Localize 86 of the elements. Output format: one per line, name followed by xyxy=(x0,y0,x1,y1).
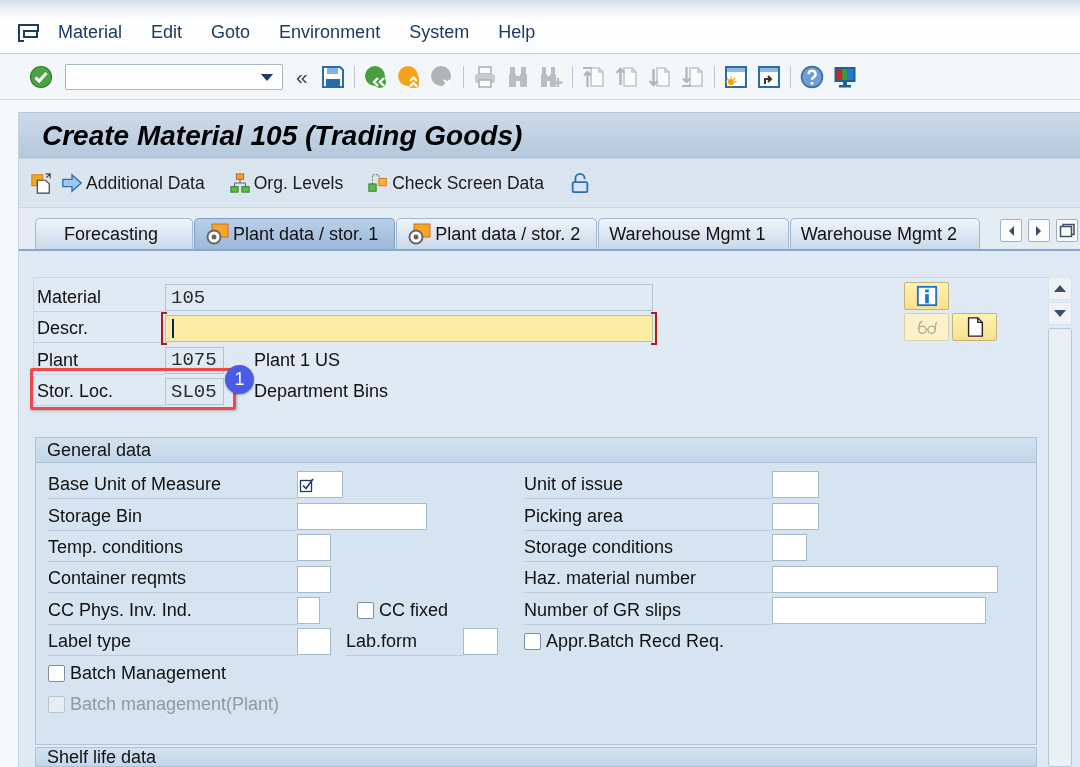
menu-item[interactable]: Edit xyxy=(151,22,183,43)
shortcut-window-icon[interactable] xyxy=(756,64,781,89)
new-window-icon[interactable] xyxy=(723,64,748,89)
checkbox[interactable] xyxy=(357,601,374,619)
tab[interactable]: Warehouse Mgmt 1 xyxy=(598,218,789,249)
menu-icon[interactable] xyxy=(17,22,41,43)
input-field[interactable] xyxy=(297,628,331,656)
field-description: Department Bins xyxy=(254,381,389,403)
caret-icon[interactable] xyxy=(260,71,274,82)
triangle-right-icon xyxy=(1035,224,1043,237)
circle-chevrons-left-icon[interactable] xyxy=(363,64,388,89)
pages-icon[interactable] xyxy=(30,172,52,194)
input-field[interactable] xyxy=(297,596,320,624)
tab[interactable]: Plant data / stor. 2 xyxy=(396,218,598,249)
menu-item[interactable]: Goto xyxy=(211,22,251,43)
display-field: 105 xyxy=(165,284,653,312)
input-field[interactable] xyxy=(463,628,498,656)
monitor-icon[interactable] xyxy=(832,64,857,89)
menu-item[interactable]: Help xyxy=(498,22,536,43)
group-header: Shelf life data xyxy=(46,748,158,767)
input-field[interactable] xyxy=(772,471,819,499)
checkbox-label: Batch management(Plant) xyxy=(70,694,280,716)
input-field[interactable] xyxy=(161,312,657,346)
scroll-tabs-right-button[interactable] xyxy=(1028,219,1050,242)
linked-boxes-icon xyxy=(367,172,390,194)
toolbar-button[interactable]: Additional Data xyxy=(61,172,205,194)
field-label: Unit of issue xyxy=(524,469,772,500)
ring-card-icon xyxy=(205,222,230,246)
check-circle-icon[interactable] xyxy=(29,64,53,89)
field-label: Base Unit of Measure xyxy=(48,469,297,500)
callout-badge: 1 xyxy=(225,364,254,394)
info-icon xyxy=(915,285,938,307)
input-field[interactable] xyxy=(297,534,331,562)
display-field: SL05 xyxy=(165,378,224,406)
screen-title: Create Material 105 (Trading Goods) xyxy=(42,119,523,152)
field-label: Storage Bin xyxy=(48,500,297,531)
input-field[interactable] xyxy=(297,471,343,499)
tab[interactable]: Plant data / stor. 1 xyxy=(194,218,396,249)
create-button[interactable] xyxy=(952,313,997,341)
arrow-right-icon xyxy=(61,172,83,194)
checkbox-label: CC fixed xyxy=(379,599,449,621)
input-field[interactable] xyxy=(772,534,807,562)
hierarchy-icon xyxy=(228,172,251,194)
help-icon[interactable] xyxy=(799,64,824,89)
command-field[interactable] xyxy=(65,63,283,90)
scroll-tabs-left-button[interactable] xyxy=(1000,219,1022,242)
input-field[interactable] xyxy=(297,502,427,530)
toolbar-button[interactable]: Org. Levels xyxy=(228,172,344,194)
scrollbar-thumb[interactable] xyxy=(1048,328,1072,767)
field-description: Plant 1 US xyxy=(254,349,341,371)
field-label: Temp. conditions xyxy=(48,531,297,562)
field-label: Haz. material number xyxy=(524,563,772,594)
checkbox-label: Batch Management xyxy=(70,662,227,684)
tick-box-icon xyxy=(299,476,315,493)
collapse-button[interactable]: « xyxy=(296,64,308,89)
tab-list-button[interactable] xyxy=(1056,219,1078,242)
field-label: CC Phys. Inv. Ind. xyxy=(48,594,297,625)
scroll-up-button[interactable] xyxy=(1048,277,1072,300)
checkbox[interactable] xyxy=(48,664,65,682)
field-label: Label type xyxy=(48,626,297,657)
input-field[interactable] xyxy=(772,565,998,593)
tab[interactable]: Warehouse Mgmt 2 xyxy=(789,218,981,249)
ring-card-icon xyxy=(407,222,432,246)
tab[interactable]: Forecasting xyxy=(35,218,194,249)
input-field[interactable] xyxy=(772,502,819,530)
menu-item[interactable]: System xyxy=(409,22,470,43)
triangle-down-icon xyxy=(1053,309,1067,318)
triangle-up-icon xyxy=(1053,284,1067,293)
checkbox-label: Appr.Batch Recd Req. xyxy=(546,631,725,653)
text-cursor-icon xyxy=(172,319,174,339)
scroll-down-button[interactable] xyxy=(1048,302,1072,325)
info-button[interactable] xyxy=(904,282,949,310)
input-field[interactable] xyxy=(297,565,331,593)
menu-item[interactable]: Environment xyxy=(279,22,381,43)
triangle-left-icon xyxy=(1007,224,1015,237)
group-header: General data xyxy=(36,438,1036,464)
toolbar-button[interactable]: Check Screen Data xyxy=(367,172,544,194)
field-label: Container reqmts xyxy=(48,563,297,594)
field-label: Number of GR slips xyxy=(524,594,772,625)
input-field[interactable] xyxy=(772,596,986,624)
checkbox[interactable] xyxy=(524,633,541,651)
field-label: Picking area xyxy=(524,500,772,531)
stacked-pages-icon xyxy=(1059,223,1075,238)
circle-chevrons-up-icon[interactable] xyxy=(396,64,421,89)
menu-item[interactable]: Material xyxy=(58,22,123,43)
field-label: Storage conditions xyxy=(524,531,772,562)
